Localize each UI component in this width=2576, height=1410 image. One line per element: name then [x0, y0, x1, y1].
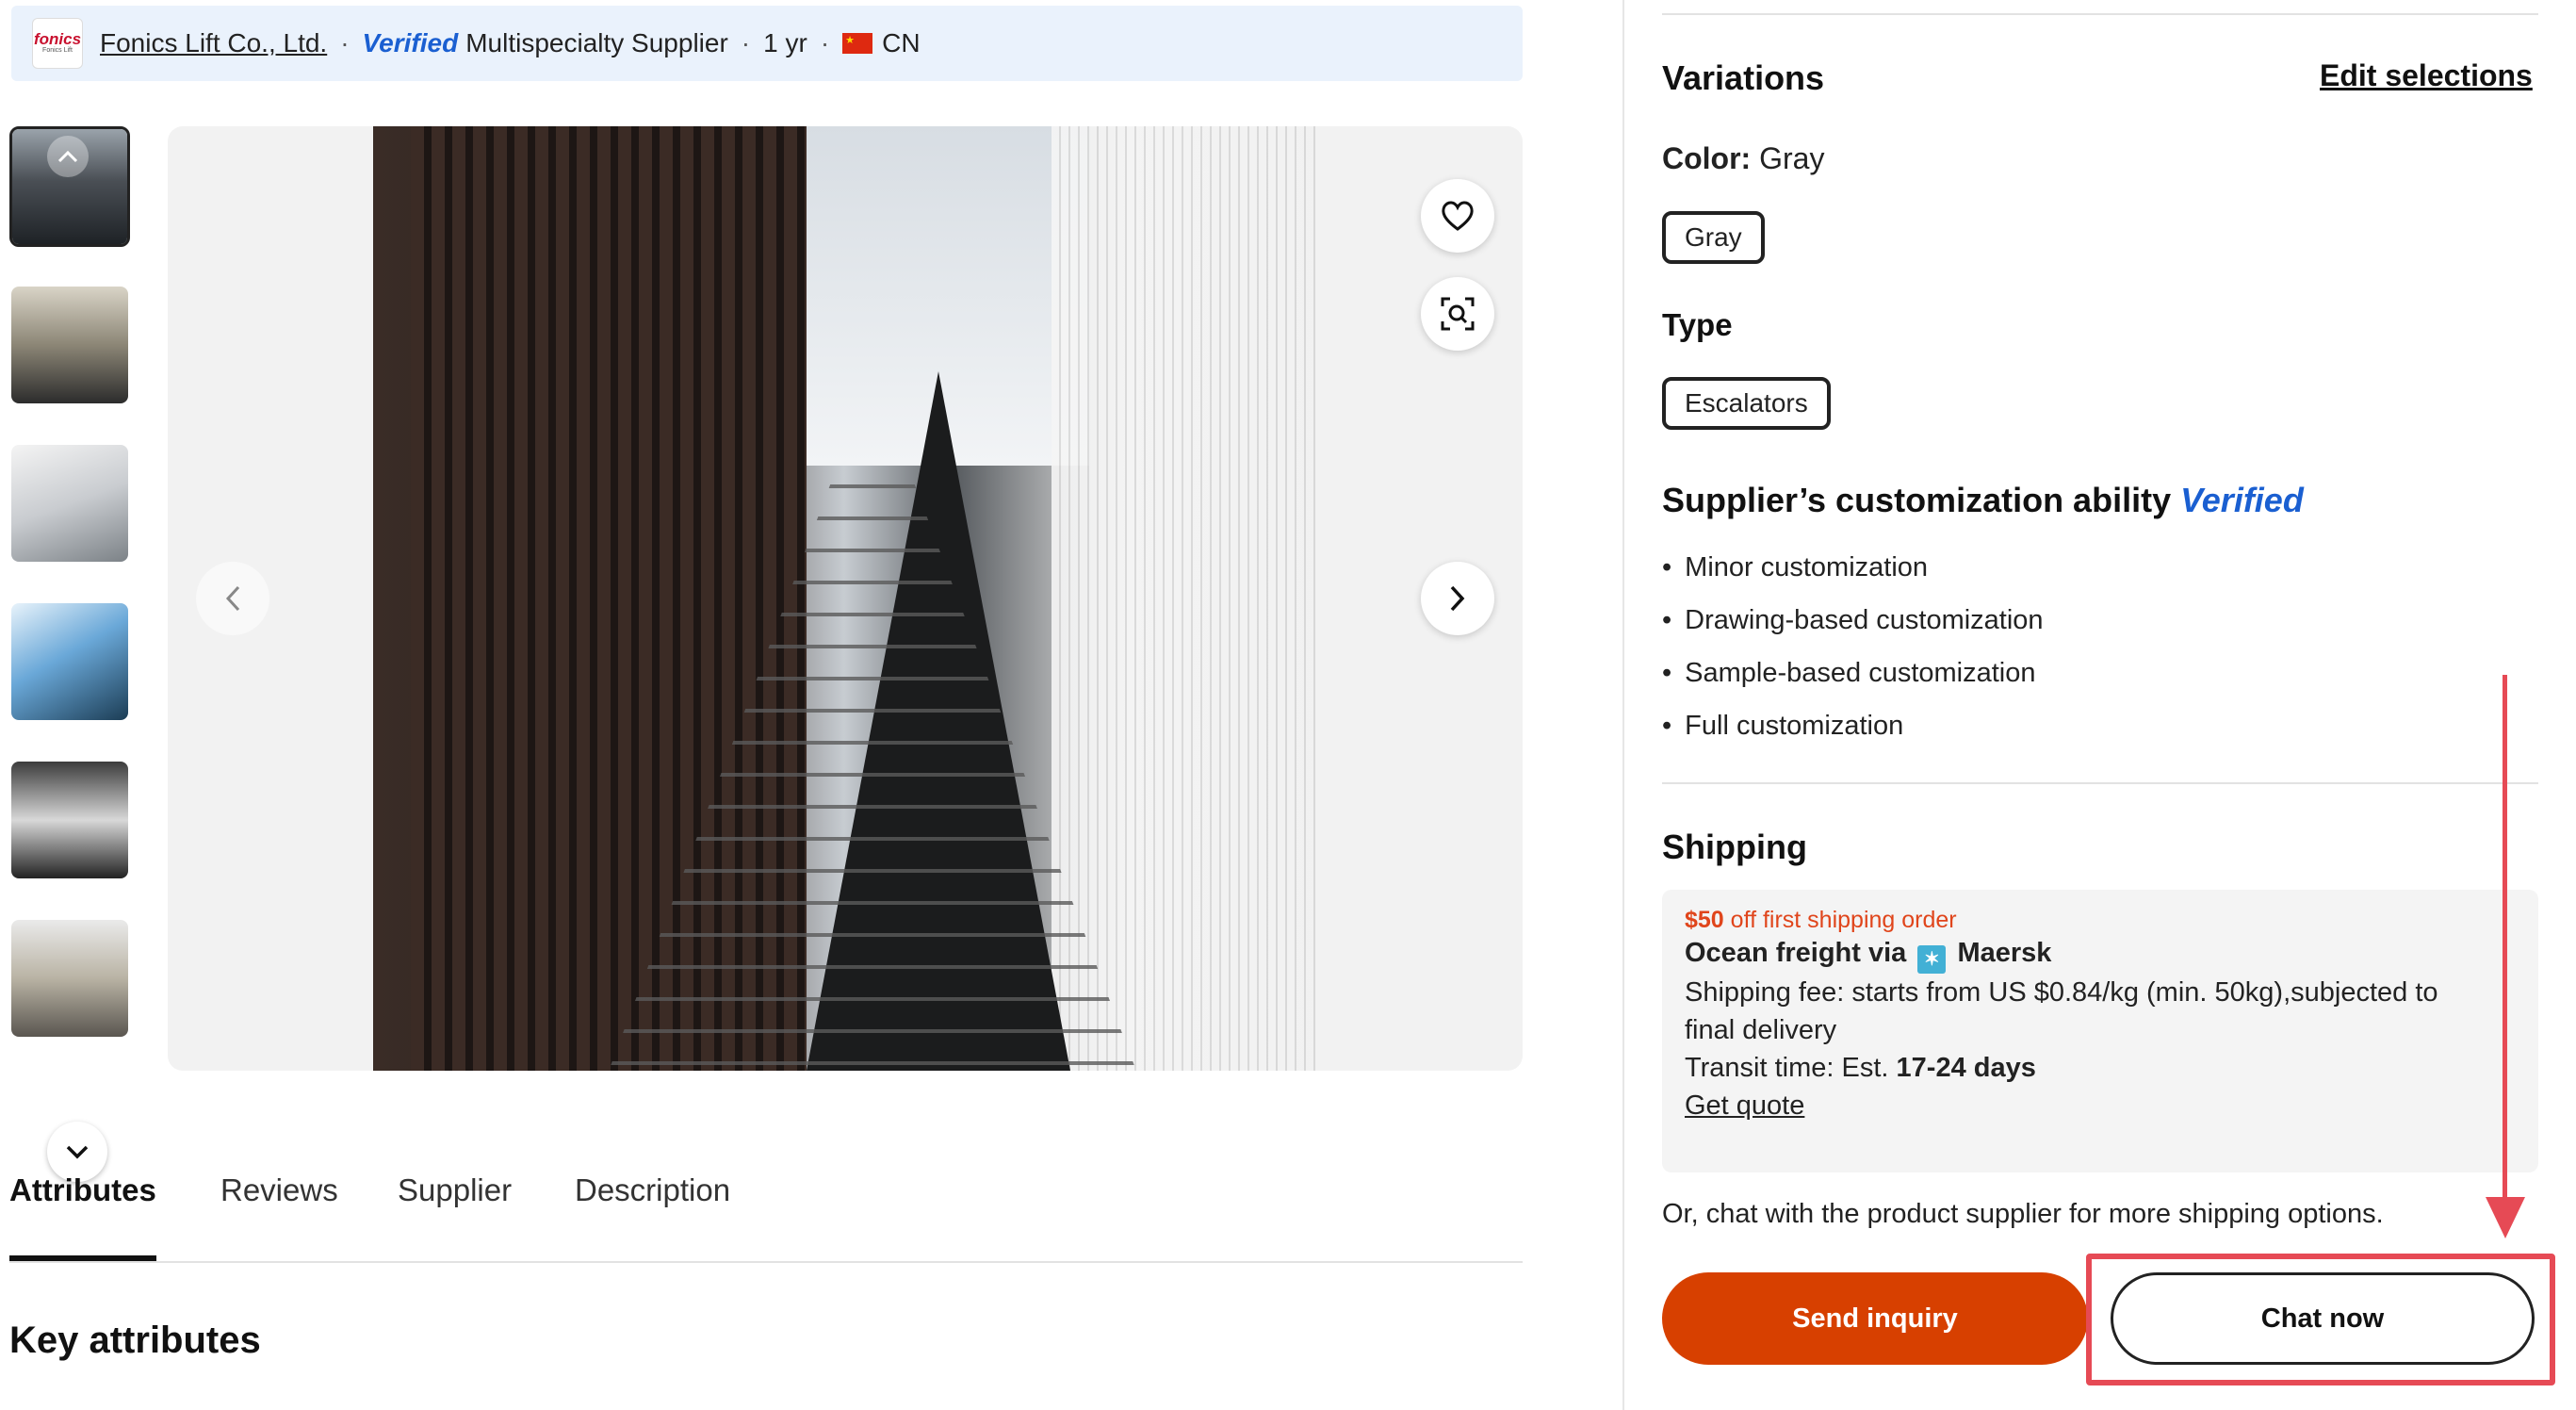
main-product-image[interactable] — [373, 126, 1315, 1071]
thumbnail-image — [11, 287, 128, 403]
image-right-wall — [1052, 126, 1315, 1071]
logo-text: fonics — [33, 30, 82, 49]
supplier-years: 1 yr — [763, 28, 807, 57]
shipping-heading: Shipping — [1662, 828, 1807, 866]
verified-badge: Verified — [2180, 481, 2304, 519]
chat-note: Or, chat with the product supplier for m… — [1662, 1199, 2384, 1229]
thumbnail-scroll-up-button[interactable] — [47, 136, 89, 177]
customization-item: Full customization — [1662, 711, 1903, 742]
heart-icon — [1442, 201, 1474, 231]
image-search-button[interactable] — [1421, 277, 1494, 351]
chevron-left-icon — [225, 585, 240, 612]
key-attributes-heading: Key attributes — [9, 1320, 261, 1361]
shipping-fee: Shipping fee: starts from US $0.84/kg (m… — [1685, 977, 2438, 1008]
separator-dot: · — [340, 28, 350, 57]
transit-prefix: Transit time: Est. — [1685, 1053, 1889, 1083]
thumbnail-image — [11, 603, 128, 720]
supplier-bar: fonics Fonics Lift Fonics Lift Co., Ltd.… — [11, 6, 1523, 81]
section-divider — [1662, 782, 2538, 784]
type-heading: Type — [1662, 307, 1733, 342]
customization-item: Sample-based customization — [1662, 658, 2035, 689]
annotation-arrow-line — [2503, 675, 2507, 1203]
panel-divider — [1622, 0, 1624, 1410]
thumbnail-5[interactable] — [9, 760, 130, 880]
chevron-down-icon — [66, 1145, 89, 1159]
transit-time: Transit time: Est. 17-24 days — [1685, 1049, 2516, 1087]
color-selection: Color: Gray — [1662, 141, 1824, 176]
shipping-option-card: $50 off first shipping order Ocean freig… — [1662, 890, 2538, 1172]
chevron-right-icon — [1450, 585, 1465, 612]
tab-supplier[interactable]: Supplier — [398, 1172, 512, 1261]
customization-heading: Supplier’s customization ability Verifie… — [1662, 481, 2304, 520]
color-label: Color: — [1662, 141, 1752, 175]
annotation-highlight-box — [2086, 1254, 2555, 1385]
maersk-logo-icon: ✶ — [1917, 945, 1947, 974]
supplier-logo[interactable]: fonics Fonics Lift — [32, 18, 83, 69]
edit-selections-link[interactable]: Edit selections — [2320, 58, 2533, 93]
thumbnail-6[interactable] — [9, 918, 130, 1039]
shipping-fee-cont: final delivery — [1685, 1015, 1837, 1045]
customization-item: Minor customization — [1662, 552, 1928, 583]
get-quote-link[interactable]: Get quote — [1685, 1087, 2516, 1124]
gallery-prev-button[interactable] — [196, 562, 269, 635]
annotation-arrow-head — [2486, 1197, 2525, 1238]
thumbnail-image — [11, 920, 128, 1037]
chevron-up-icon — [57, 150, 78, 163]
color-chip-gray[interactable]: Gray — [1662, 211, 1765, 264]
section-divider — [1662, 13, 2538, 15]
tab-attributes[interactable]: Attributes — [9, 1172, 156, 1261]
china-flag-icon — [842, 33, 873, 54]
supplier-name-link[interactable]: Fonics Lift Co., Ltd. — [100, 28, 327, 58]
separator-dot: · — [741, 28, 751, 57]
product-tabs: Attributes Reviews Supplier Description — [9, 1159, 1523, 1263]
thumbnail-list — [9, 126, 130, 1182]
supplier-type: Multispecialty Supplier — [465, 28, 728, 57]
thumbnail-image — [11, 445, 128, 562]
thumbnail-3[interactable] — [9, 443, 130, 564]
shipping-promo: $50 off first shipping order — [1685, 907, 2516, 934]
carrier-name: Maersk — [1957, 938, 2052, 968]
favorite-button[interactable] — [1421, 179, 1494, 253]
gallery-next-button[interactable] — [1421, 562, 1494, 635]
separator-dot: · — [820, 28, 830, 57]
supplier-country: CN — [882, 28, 921, 57]
thumbnail-image — [11, 762, 128, 878]
logo-subtext: Fonics Lift — [42, 47, 73, 55]
promo-amount: $50 — [1685, 907, 1724, 933]
customization-title: Supplier’s customization ability — [1662, 481, 2172, 519]
color-value: Gray — [1759, 141, 1825, 175]
image-search-icon — [1441, 297, 1475, 331]
shipping-method: Ocean freight via ✶ Maersk — [1685, 934, 2516, 974]
thumbnail-2[interactable] — [9, 285, 130, 405]
tab-reviews[interactable]: Reviews — [220, 1172, 338, 1261]
transit-days: 17-24 days — [1896, 1053, 2036, 1083]
send-inquiry-button[interactable]: Send inquiry — [1662, 1272, 2088, 1365]
customization-item: Drawing-based customization — [1662, 605, 2043, 636]
tab-description[interactable]: Description — [575, 1172, 730, 1261]
product-gallery — [168, 126, 1523, 1071]
type-chip-escalators[interactable]: Escalators — [1662, 377, 1831, 430]
variations-heading: Variations — [1662, 58, 1825, 97]
method-prefix: Ocean freight via — [1685, 938, 1907, 968]
thumbnail-4[interactable] — [9, 601, 130, 722]
promo-text: off first shipping order — [1730, 907, 1957, 933]
verified-badge: Verified — [362, 28, 459, 57]
